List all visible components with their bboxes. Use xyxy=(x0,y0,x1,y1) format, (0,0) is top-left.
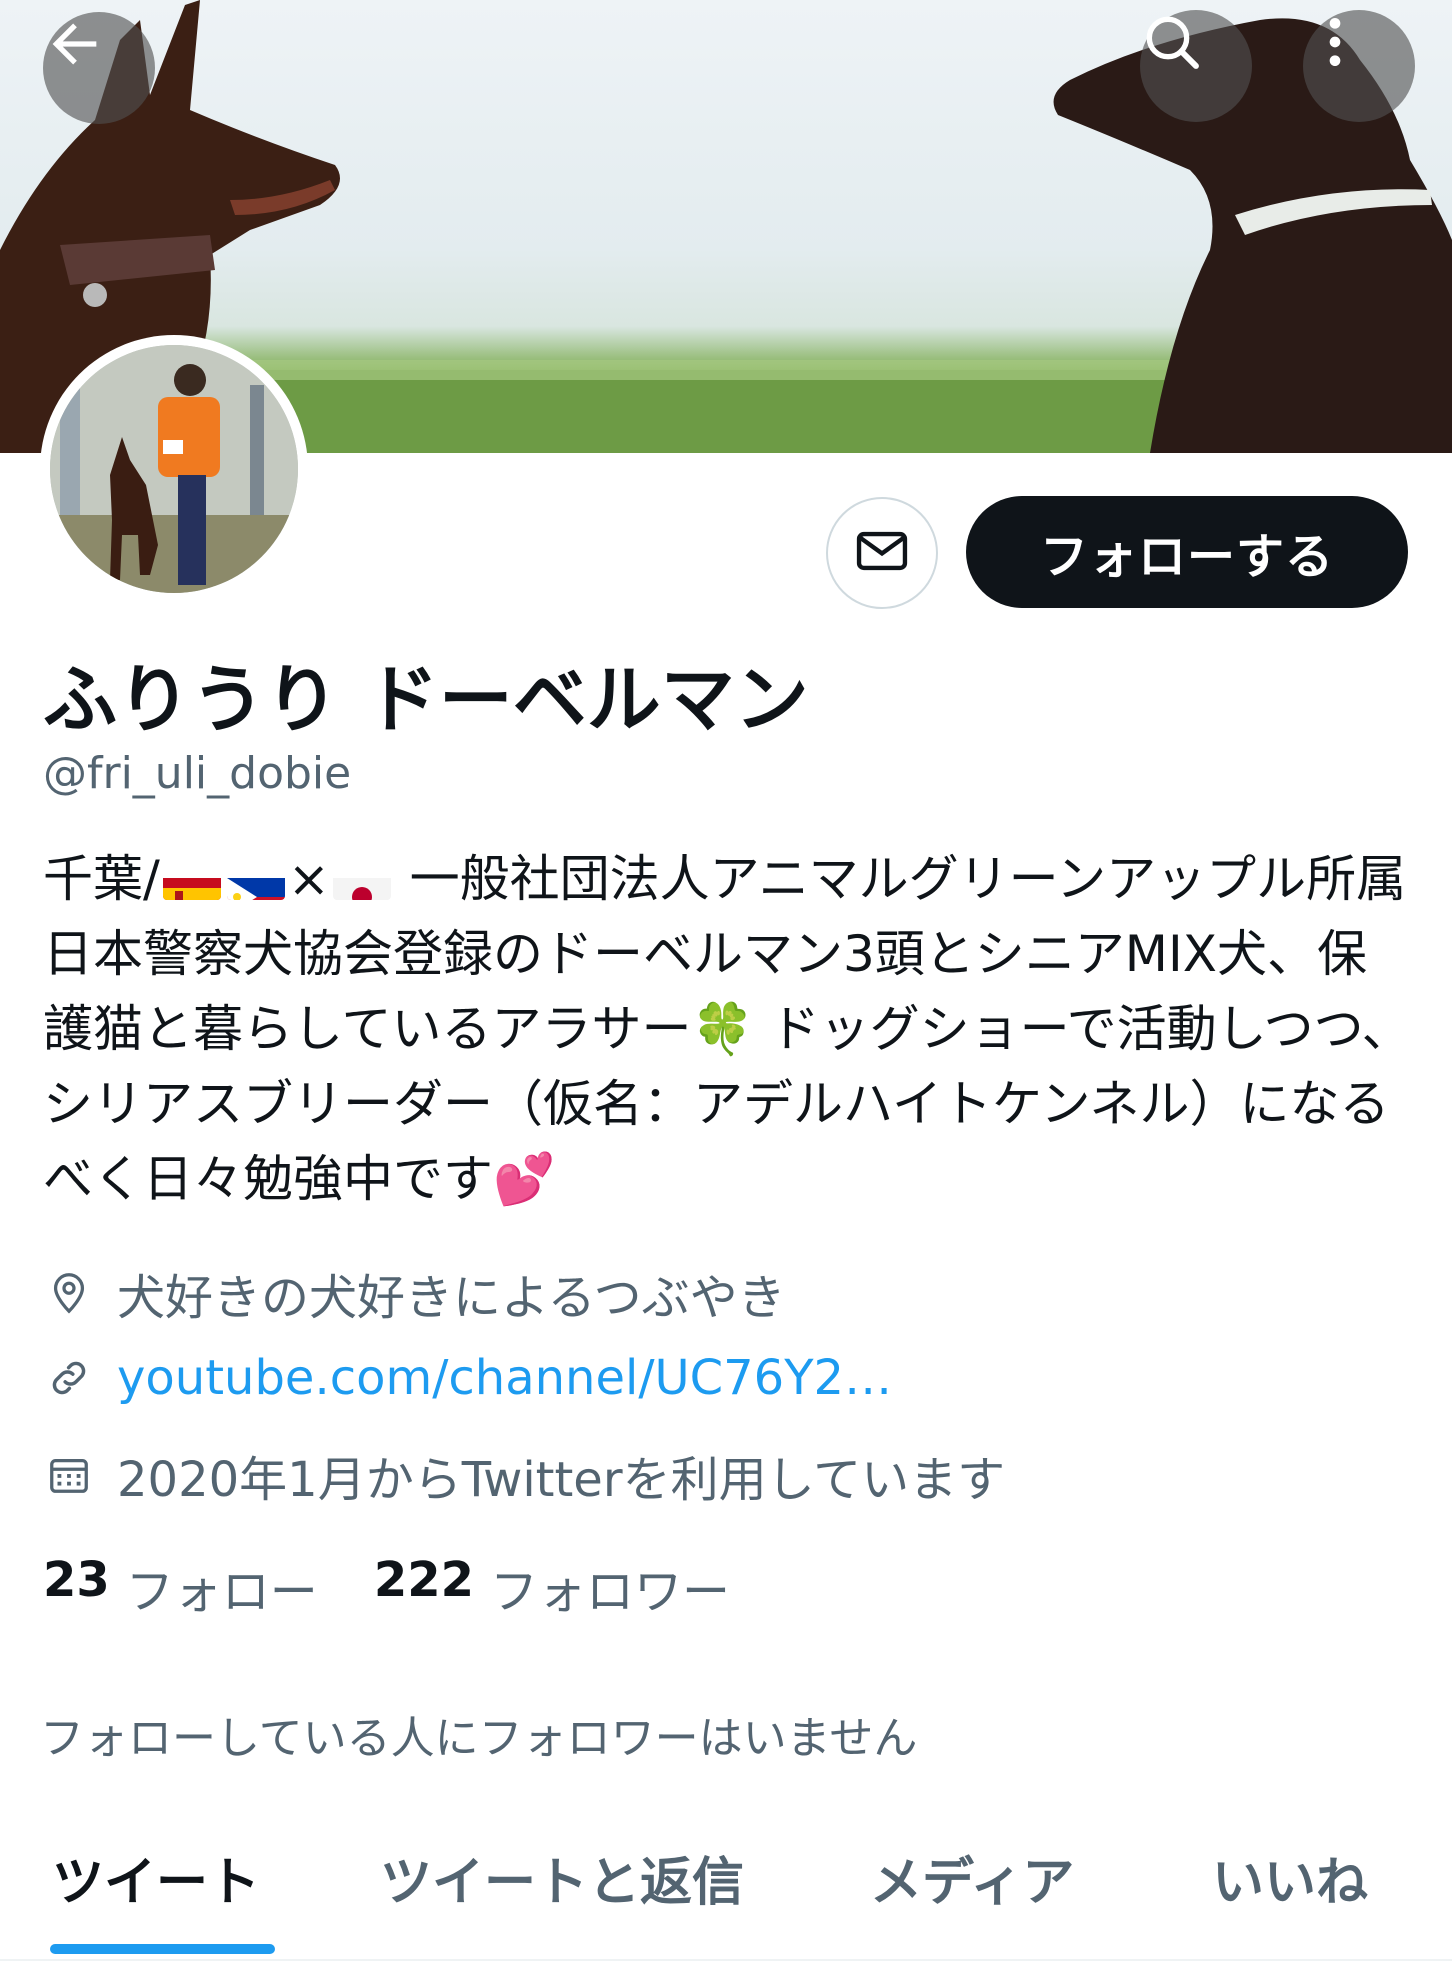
tab-media[interactable]: メディア xyxy=(870,1840,1074,1915)
profile-joined-date: 2020年1月からTwitterを利用しています xyxy=(43,1440,1005,1510)
japan-flag-icon xyxy=(332,862,391,900)
website-link[interactable]: youtube.com/channel/UC76Y2… xyxy=(117,1350,892,1406)
envelope-icon xyxy=(853,522,911,584)
user-handle: @fri_uli_dobie xyxy=(43,748,352,799)
profile-location: 犬好きの犬好きによるつぶやき xyxy=(43,1258,786,1328)
back-button[interactable] xyxy=(43,12,155,124)
location-pin-icon xyxy=(43,1267,95,1319)
bio-prefix: 千葉/ xyxy=(43,850,160,908)
tab-tweets[interactable]: ツイート xyxy=(52,1840,260,1915)
spain-flag-icon xyxy=(162,862,221,900)
more-options-button[interactable] xyxy=(1303,10,1415,122)
follow-button[interactable]: フォローする xyxy=(966,496,1408,608)
mutual-followers-text: フォローしている人にフォロワーはいません xyxy=(40,1713,918,1764)
following-label[interactable]: フォロー xyxy=(126,1552,318,1622)
tabs-divider xyxy=(0,1959,1452,1961)
hearts-emoji: 💕 xyxy=(493,1150,556,1208)
philippines-flag-icon xyxy=(226,862,285,900)
display-name: ふりうり ドーベルマン xyxy=(43,657,809,743)
tab-tweets-and-replies[interactable]: ツイートと返信 xyxy=(380,1840,744,1915)
followers-label[interactable]: フォロワー xyxy=(490,1552,730,1622)
search-button[interactable] xyxy=(1140,10,1252,122)
calendar-icon xyxy=(43,1449,95,1501)
followers-count[interactable]: 222 xyxy=(374,1552,474,1622)
profile-bio: 千葉/× 一般社団法人アニマルグリーンアップル所属 日本警察犬協会登録のドーベル… xyxy=(43,842,1413,1217)
profile-avatar[interactable] xyxy=(40,335,308,603)
follow-stats: 23 フォロー 222 フォロワー xyxy=(43,1552,786,1622)
location-text: 犬好きの犬好きによるつぶやき xyxy=(117,1270,786,1326)
tab-likes[interactable]: いいね xyxy=(1212,1840,1368,1915)
clover-emoji: 🍀 xyxy=(691,1000,754,1058)
avatar-photo xyxy=(50,345,298,593)
message-button[interactable] xyxy=(826,497,938,609)
profile-website: youtube.com/channel/UC76Y2… xyxy=(43,1350,892,1406)
bio-times: × xyxy=(287,850,330,908)
link-icon xyxy=(43,1352,95,1404)
following-count[interactable]: 23 xyxy=(43,1552,110,1622)
active-tab-indicator xyxy=(50,1944,275,1954)
joined-text: 2020年1月からTwitterを利用しています xyxy=(117,1452,1006,1508)
